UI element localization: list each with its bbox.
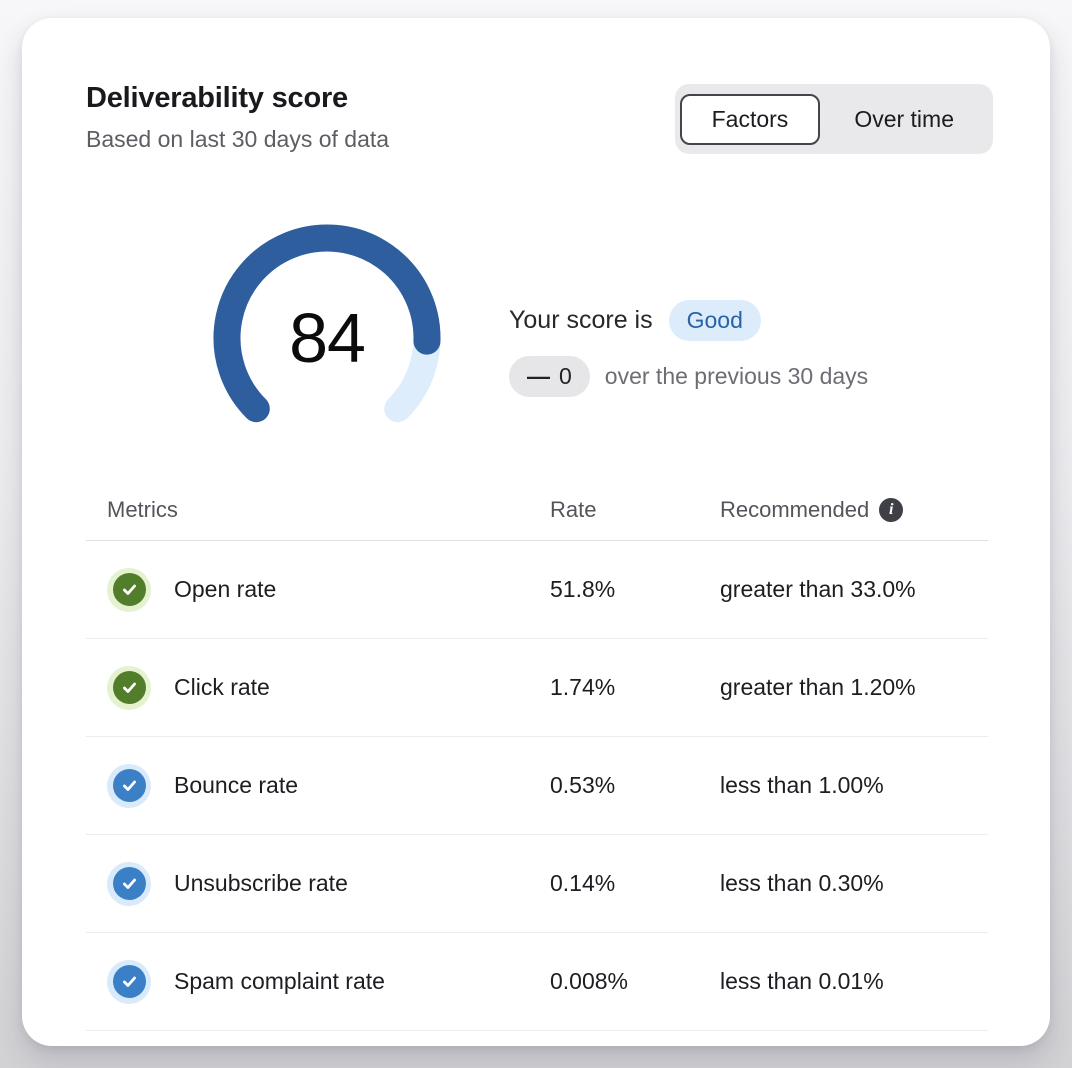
score-summary: Your score is Good — 0 over the previous… [509, 300, 868, 397]
metric-rate: 0.53% [550, 772, 720, 799]
metric-label: Open rate [174, 576, 276, 603]
metric-rate: 1.74% [550, 674, 720, 701]
page-title: Deliverability score [86, 82, 389, 115]
info-icon[interactable]: i [879, 498, 903, 522]
metric-rate: 51.8% [550, 576, 720, 603]
metric-recommended: less than 0.30% [720, 870, 988, 897]
metric-recommended: less than 0.01% [720, 968, 988, 995]
blue-check-icon [113, 965, 146, 998]
table-row: Unsubscribe rate 0.14%less than 0.30% [86, 835, 988, 933]
blue-check-icon [113, 769, 146, 802]
page-subtitle: Based on last 30 days of data [86, 126, 389, 153]
tab-over-time[interactable]: Over time [820, 94, 988, 145]
table-row: Click rate 1.74%greater than 1.20% [86, 639, 988, 737]
metrics-table: Metrics Rate Recommended i Open rate 51.8… [86, 480, 988, 1031]
period-note: over the previous 30 days [605, 363, 868, 390]
good-check-icon [113, 573, 146, 606]
metrics-table-body: Open rate 51.8%greater than 33.0% Click ra… [86, 541, 988, 1031]
card-header: Deliverability score Based on last 30 da… [86, 82, 389, 153]
table-row: Spam complaint rate 0.008%less than 0.01% [86, 933, 988, 1031]
score-prefix-text: Your score is [509, 306, 653, 335]
good-check-icon [113, 671, 146, 704]
metric-label: Click rate [174, 674, 270, 701]
delta-value: 0 [559, 363, 572, 390]
status-halo [107, 960, 151, 1004]
status-badge: Good [669, 300, 761, 341]
metric-rate: 0.14% [550, 870, 720, 897]
check-icon [119, 677, 140, 698]
metric-label: Spam complaint rate [174, 968, 385, 995]
table-row: Bounce rate 0.53%less than 1.00% [86, 737, 988, 835]
check-icon [119, 579, 140, 600]
header-rate: Rate [550, 497, 720, 523]
deliverability-score-card: Deliverability score Based on last 30 da… [22, 18, 1050, 1046]
metrics-table-header: Metrics Rate Recommended i [86, 480, 988, 541]
check-icon [119, 775, 140, 796]
status-halo [107, 568, 151, 612]
metric-recommended: less than 1.00% [720, 772, 988, 799]
status-halo [107, 764, 151, 808]
header-metrics: Metrics [86, 497, 550, 523]
metric-recommended: greater than 1.20% [720, 674, 988, 701]
score-delta-pill: — 0 [509, 356, 590, 397]
metric-label: Unsubscribe rate [174, 870, 348, 897]
tab-factors[interactable]: Factors [680, 94, 821, 145]
header-recommended: Recommended [720, 497, 869, 523]
status-halo [107, 666, 151, 710]
check-icon [119, 873, 140, 894]
delta-dash-icon: — [527, 363, 549, 390]
view-toggle: Factors Over time [675, 84, 993, 154]
check-icon [119, 971, 140, 992]
blue-check-icon [113, 867, 146, 900]
metric-recommended: greater than 33.0% [720, 576, 988, 603]
score-value: 84 [202, 295, 452, 381]
table-row: Open rate 51.8%greater than 33.0% [86, 541, 988, 639]
metric-label: Bounce rate [174, 772, 298, 799]
status-halo [107, 862, 151, 906]
metric-rate: 0.008% [550, 968, 720, 995]
